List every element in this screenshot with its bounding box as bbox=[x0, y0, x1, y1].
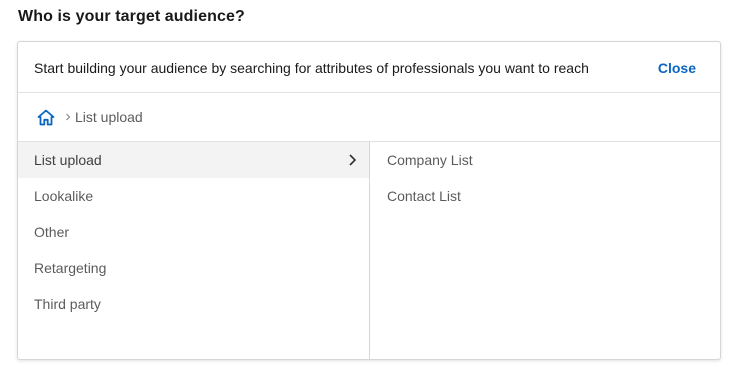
category-item-other[interactable]: Other bbox=[18, 214, 369, 250]
subcategory-list: Company List Contact List bbox=[371, 142, 720, 359]
subcategory-item-label: Contact List bbox=[387, 188, 461, 204]
subcategory-item-company-list[interactable]: Company List bbox=[371, 142, 720, 178]
panel-header: Start building your audience by searchin… bbox=[18, 42, 720, 93]
subcategory-item-contact-list[interactable]: Contact List bbox=[371, 178, 720, 214]
category-item-label: Other bbox=[34, 224, 70, 240]
category-item-label: Lookalike bbox=[34, 188, 94, 204]
section-heading: Who is your target audience? bbox=[18, 8, 245, 25]
category-item-third-party[interactable]: Third party bbox=[18, 286, 369, 322]
chevron-right-icon bbox=[349, 154, 357, 166]
category-item-label: Third party bbox=[34, 296, 101, 312]
breadcrumb: List upload bbox=[18, 93, 720, 142]
audience-builder-panel: Start building your audience by searchin… bbox=[17, 41, 721, 360]
category-item-lookalike[interactable]: Lookalike bbox=[18, 178, 369, 214]
category-item-list-upload[interactable]: List upload bbox=[18, 142, 369, 178]
intro-text: Start building your audience by searchin… bbox=[34, 60, 589, 76]
category-list: List upload Lookalike Other Retargeting … bbox=[18, 142, 370, 359]
category-item-label: List upload bbox=[34, 152, 102, 168]
home-icon[interactable] bbox=[37, 109, 55, 126]
breadcrumb-current: List upload bbox=[75, 109, 143, 125]
category-item-retargeting[interactable]: Retargeting bbox=[18, 250, 369, 286]
close-button[interactable]: Close bbox=[658, 60, 696, 76]
category-item-label: Retargeting bbox=[34, 260, 107, 276]
subcategory-item-label: Company List bbox=[387, 152, 473, 168]
chevron-right-icon bbox=[66, 113, 71, 121]
